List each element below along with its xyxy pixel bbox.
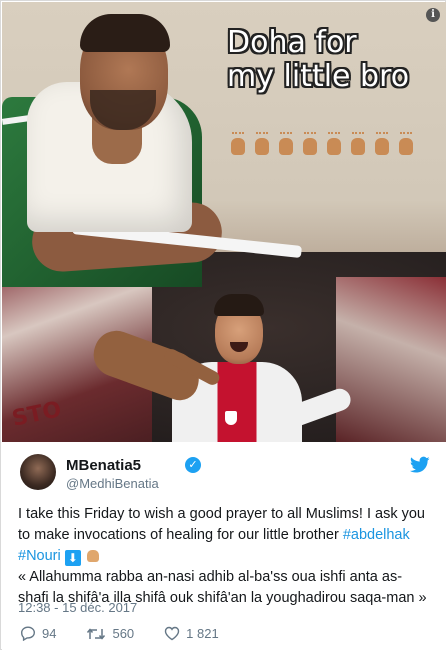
raising-hands-icon [300,132,320,156]
young-player-hair [214,294,264,316]
retweet-icon [87,627,106,640]
twitter-bird-icon[interactable] [410,456,430,474]
raising-hands-icon [324,132,344,156]
reply-count: 94 [42,626,57,641]
hashtag-nouri[interactable]: #Nouri [18,548,61,564]
fan-banner-right [336,277,446,442]
info-icon[interactable]: i [426,8,440,22]
tweet-timestamp[interactable]: 12:38 - 15 déc. 2017 [18,600,137,615]
image-caption: Doha for my little bro [227,26,442,94]
like-button[interactable]: 1 821 [164,626,219,641]
avatar[interactable] [20,454,56,490]
tweet-text: I take this Friday to wish a good prayer… [18,504,432,609]
caption-line-2: my little bro [227,59,410,94]
raising-hands-icon [396,132,416,156]
retweet-count: 560 [112,626,135,641]
tweet-card: STO Doha for my little bro i MBenatia5 ✓… [0,0,446,650]
raising-hands-icon [228,132,248,156]
raising-hands-emoji-row [228,132,416,156]
raising-hands-icon [85,546,101,562]
raising-hands-icon [348,132,368,156]
tweet-media-image[interactable]: STO Doha for my little bro i [2,2,446,442]
reply-button[interactable]: 94 [20,626,56,641]
player-hair [80,14,170,52]
tweet-actions: 94 560 1 821 [20,626,249,641]
hashtag-abdelhak[interactable]: #abdelhak [343,527,410,543]
verified-badge-icon: ✓ [185,457,201,473]
reply-icon [20,626,36,641]
tweet-body: MBenatia5 ✓ @MedhiBenatia I take this Fr… [2,442,446,650]
raising-hands-icon [276,132,296,156]
user-handle[interactable]: @MedhiBenatia [66,476,159,491]
raising-hands-icon [252,132,272,156]
club-crest [224,410,238,426]
retweet-button[interactable]: 560 [86,626,134,641]
down-arrow-icon: ⬇ [64,550,81,566]
raising-hands-icon [372,132,392,156]
like-count: 1 821 [186,626,219,641]
caption-line-1: Doha for [227,25,357,60]
heart-icon [164,626,180,641]
display-name[interactable]: MBenatia5 [66,457,141,474]
